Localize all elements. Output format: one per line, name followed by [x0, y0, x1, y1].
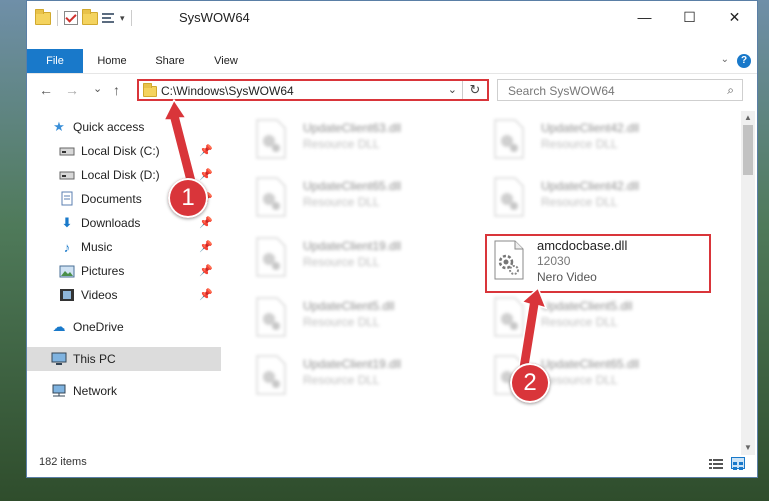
- sidebar-item-label: This PC: [73, 352, 116, 366]
- title-bar: ▾ SysWOW64 — ☐ ✕: [27, 1, 757, 37]
- sidebar-item-quick-access[interactable]: ★ Quick access: [27, 115, 221, 139]
- sidebar-item-label: Local Disk (C:): [81, 144, 160, 158]
- tab-view[interactable]: View: [205, 49, 247, 73]
- drive-icon: [59, 167, 75, 183]
- folder-icon: [35, 8, 51, 25]
- sidebar-item-label: Downloads: [81, 216, 141, 230]
- window-controls: — ☐ ✕: [622, 1, 757, 33]
- sidebar-item-onedrive[interactable]: ☁ OneDrive: [27, 315, 221, 339]
- large-icons-view-icon[interactable]: [731, 457, 745, 470]
- scroll-up-icon[interactable]: ▲: [741, 111, 755, 125]
- quick-access-toolbar: ▾: [35, 8, 134, 26]
- chevron-down-icon[interactable]: ⌄: [448, 83, 457, 96]
- sidebar-item-label: Quick access: [73, 120, 145, 134]
- dll-file-icon: [256, 119, 286, 159]
- list-item[interactable]: UpdateClient42.dll Resource DLL: [475, 115, 685, 165]
- vertical-scrollbar[interactable]: ▲ ▼: [741, 111, 755, 455]
- step-marker-1: 1: [168, 178, 208, 218]
- download-icon: ⬇: [61, 215, 73, 230]
- window-title: SysWOW64: [179, 10, 250, 25]
- dll-file-icon: [494, 177, 524, 217]
- step-marker-2: 2: [510, 363, 550, 403]
- forward-button[interactable]: →: [65, 82, 79, 98]
- sidebar-item-label: Videos: [81, 288, 118, 302]
- ribbon-tabs: File Home Share View ⌄ ?: [27, 49, 757, 74]
- properties-check-icon[interactable]: [64, 11, 78, 25]
- list-item[interactable]: UpdateClient5.dll Resource DLL: [475, 293, 685, 343]
- pictures-icon: [59, 263, 75, 279]
- navigation-bar: ← → ⌄ ↑ C:\Windows\SysWOW64 ⌄ ↻ ⌕: [27, 75, 757, 105]
- sidebar-item-music[interactable]: ♪ Music 📌: [27, 235, 221, 259]
- folder-icon: [143, 83, 157, 97]
- dll-file-icon: [256, 355, 286, 395]
- list-item[interactable]: UpdateClient65.dll Resource DLL: [475, 351, 685, 401]
- videos-icon: [59, 287, 75, 303]
- sidebar-item-label: Music: [81, 240, 113, 254]
- item-count: 182 items: [39, 456, 87, 468]
- up-button[interactable]: ↑: [113, 82, 120, 98]
- pin-icon[interactable]: 📌: [199, 264, 213, 277]
- search-input[interactable]: [506, 82, 710, 100]
- dll-file-icon: [494, 297, 524, 337]
- qat-customize-icon[interactable]: ▾: [120, 13, 125, 24]
- sidebar-item-label: Network: [73, 384, 118, 398]
- sidebar-item-label: Local Disk (D:): [81, 168, 160, 182]
- navigation-pane: ★ Quick access Local Disk (C:) 📌 Local D…: [27, 111, 221, 451]
- tab-home[interactable]: Home: [89, 49, 135, 73]
- recent-locations-button[interactable]: ⌄: [93, 82, 102, 95]
- list-item[interactable]: UpdateClient65.dll Resource DLL: [237, 173, 447, 223]
- sidebar-item-label: Documents: [81, 192, 142, 206]
- list-item[interactable]: UpdateClient42.dll Resource DLL: [475, 173, 685, 223]
- sidebar-item-label: OneDrive: [73, 320, 124, 334]
- list-item[interactable]: UpdateClient19.dll Resource DLL: [237, 351, 447, 401]
- pin-icon[interactable]: 📌: [199, 144, 213, 157]
- minimize-button[interactable]: —: [622, 1, 667, 33]
- pin-icon[interactable]: 📌: [199, 240, 213, 253]
- dll-file-icon: [494, 119, 524, 159]
- sidebar-item-label: Pictures: [81, 264, 125, 278]
- new-folder-icon[interactable]: [82, 8, 98, 25]
- list-item[interactable]: UpdateClient63.dll Resource DLL: [237, 115, 447, 165]
- back-button[interactable]: ←: [39, 82, 53, 98]
- cloud-icon: ☁: [52, 319, 66, 334]
- explorer-window: ▾ SysWOW64 — ☐ ✕ File Home Share View ⌄ …: [26, 0, 758, 478]
- address-path[interactable]: C:\Windows\SysWOW64: [161, 84, 294, 98]
- status-bar: 182 items: [27, 449, 757, 477]
- details-view-icon[interactable]: [709, 457, 723, 469]
- computer-icon: [51, 351, 67, 367]
- dll-file-icon: [256, 297, 286, 337]
- sidebar-item-pictures[interactable]: Pictures 📌: [27, 259, 221, 283]
- dll-file-icon: [256, 177, 286, 217]
- scroll-thumb[interactable]: [743, 125, 753, 175]
- address-bar[interactable]: C:\Windows\SysWOW64 ⌄ ↻: [137, 79, 489, 101]
- sidebar-item-this-pc[interactable]: This PC: [27, 347, 221, 371]
- sidebar-item-network[interactable]: Network: [27, 379, 221, 403]
- star-icon: ★: [53, 119, 65, 134]
- properties-icon[interactable]: [102, 11, 116, 25]
- close-button[interactable]: ✕: [712, 1, 757, 33]
- music-icon: ♪: [63, 239, 71, 255]
- search-icon[interactable]: ⌕: [727, 83, 734, 98]
- pin-icon[interactable]: 📌: [199, 288, 213, 301]
- sidebar-item-local-disk-c[interactable]: Local Disk (C:) 📌: [27, 139, 221, 163]
- list-item[interactable]: UpdateClient5.dll Resource DLL: [237, 293, 447, 343]
- refresh-button[interactable]: ↻: [462, 81, 487, 99]
- chevron-down-icon[interactable]: ⌄: [721, 54, 729, 65]
- dll-file-icon: [256, 237, 286, 277]
- tab-share[interactable]: Share: [145, 49, 195, 73]
- drive-icon: [59, 143, 75, 159]
- sidebar-item-videos[interactable]: Videos 📌: [27, 283, 221, 307]
- tab-file[interactable]: File: [27, 49, 83, 73]
- documents-icon: [59, 191, 75, 207]
- list-item[interactable]: UpdateClient19.dll Resource DLL: [237, 233, 447, 283]
- maximize-button[interactable]: ☐: [667, 1, 712, 33]
- pin-icon[interactable]: 📌: [199, 168, 213, 181]
- help-icon[interactable]: ?: [737, 54, 751, 68]
- file-highlight-box: [485, 234, 711, 293]
- network-icon: [51, 383, 67, 399]
- search-box[interactable]: ⌕: [497, 79, 743, 101]
- pin-icon[interactable]: 📌: [199, 216, 213, 229]
